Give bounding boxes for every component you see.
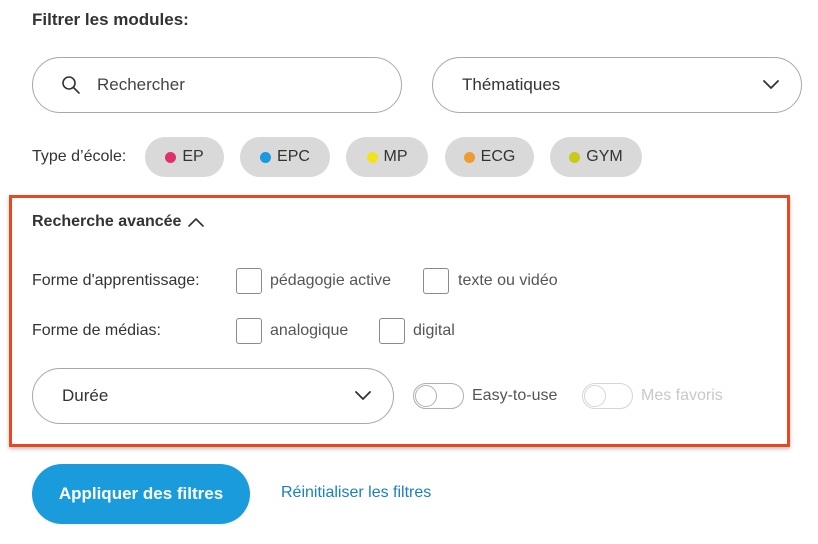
checkbox-label: texte ou vidéo [458,272,558,289]
search-icon [61,75,81,95]
chip-gym[interactable]: GYM [550,137,642,177]
easy-to-use-label: Easy-to-use [472,387,558,404]
duree-dropdown[interactable]: Durée [32,368,394,424]
checkbox-pedagogie-active[interactable] [236,268,262,294]
checkbox-texte-ou-video[interactable] [423,268,449,294]
thematiques-dropdown[interactable]: Thématiques [432,57,802,113]
toggle-knob [584,385,606,407]
chip-epc[interactable]: EPC [240,137,330,177]
chip-label: ECG [480,148,516,165]
filter-title: Filtrer les modules: [32,10,189,29]
chevron-down-icon [763,80,779,90]
checkbox-analogique[interactable] [236,318,262,344]
thematiques-label: Thématiques [462,75,561,94]
chevron-down-icon [355,391,371,401]
chip-label: EPC [277,148,310,165]
checkbox-label: pédagogie active [270,272,391,289]
reset-filters-link[interactable]: Réinitialiser les filtres [281,484,431,502]
favoris-label: Mes favoris [641,387,723,404]
chip-ep[interactable]: EP [145,137,224,177]
epc-dot-icon [260,151,272,163]
advanced-search-title: Recherche avancée [32,213,182,230]
chip-ecg[interactable]: ECG [445,137,534,177]
chip-mp[interactable]: MP [346,137,428,177]
learning-form-label: Forme d'apprentissage: [32,272,200,289]
checkbox-label: analogique [270,322,349,339]
easy-to-use-toggle[interactable] [413,383,464,409]
chip-label: EP [182,148,204,165]
ecg-dot-icon [463,151,475,163]
favoris-toggle[interactable] [582,383,633,409]
chevron-up-icon [188,217,205,227]
checkbox-digital[interactable] [379,318,405,344]
apply-filters-button[interactable]: Appliquer des filtres [32,464,250,524]
advanced-search-toggle[interactable]: Recherche avancée [32,213,205,231]
gym-dot-icon [569,151,581,163]
toggle-knob [415,385,437,407]
search-input[interactable]: Rechercher [32,57,402,113]
checkbox-label: digital [413,322,455,339]
chip-label: GYM [586,148,623,165]
chip-label: MP [383,148,408,165]
school-type-label: Type d’école: [32,148,127,165]
duree-label: Durée [62,386,109,405]
search-placeholder: Rechercher [97,75,185,94]
mp-dot-icon [366,151,378,163]
ep-dot-icon [165,151,177,163]
media-form-label: Forme de médias: [32,322,161,339]
